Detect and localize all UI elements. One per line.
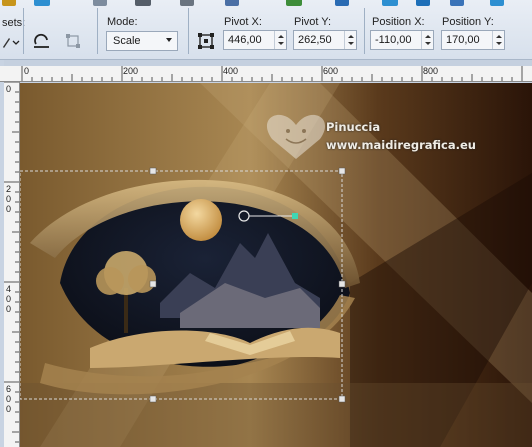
separator <box>23 8 24 54</box>
save-icon[interactable] <box>34 0 50 6</box>
vertical-ruler[interactable]: 0 2 0 0 4 0 0 6 0 0 <box>4 82 20 447</box>
ruler-h-label: 0 <box>24 66 30 76</box>
center-handle[interactable] <box>149 280 157 288</box>
cut-icon[interactable] <box>180 0 194 6</box>
print-icon[interactable] <box>135 0 151 6</box>
position-x-label: Position X: <box>372 16 425 28</box>
ruler-v-label: 0 <box>6 194 12 204</box>
redo-icon[interactable] <box>335 0 349 6</box>
help-icon[interactable] <box>490 0 504 6</box>
ruler-v-label: 0 <box>6 404 12 414</box>
rotation-handle[interactable] <box>292 213 298 219</box>
undo-icon[interactable] <box>286 0 302 6</box>
pivot-point-icon[interactable] <box>195 30 217 52</box>
arrow-up-icon[interactable] <box>347 35 354 38</box>
pivot-y-input[interactable]: 262,50 <box>293 30 357 50</box>
position-y-spinner[interactable] <box>492 31 504 49</box>
tag-icon[interactable] <box>416 0 430 6</box>
resize-handle[interactable] <box>149 167 157 175</box>
arrow-up-icon[interactable] <box>424 35 431 38</box>
pivot-y-spinner[interactable] <box>344 31 356 49</box>
position-y-value: 170,00 <box>446 34 480 46</box>
position-x-input[interactable]: -110,00 <box>370 30 434 50</box>
ruler-v-label: 4 <box>6 284 12 294</box>
separator <box>97 8 98 54</box>
position-x-value: -110,00 <box>375 34 412 46</box>
arrow-down-icon[interactable] <box>277 42 284 45</box>
ruler-v-label: 2 <box>6 184 12 194</box>
arrow-down-icon[interactable] <box>347 42 354 45</box>
ruler-v-label: 0 <box>6 84 12 94</box>
folder-icon[interactable] <box>2 0 16 6</box>
watermark-name: Pinuccia <box>326 120 381 134</box>
mode-select[interactable]: Scale <box>106 31 178 51</box>
arrow-down-icon[interactable] <box>495 42 502 45</box>
ruler-v-label: 0 <box>6 204 12 214</box>
pivot-x-spinner[interactable] <box>274 31 286 49</box>
pick-tool-icon[interactable] <box>62 30 84 52</box>
presets-label: sets: <box>2 17 26 29</box>
copy-icon[interactable] <box>225 0 239 6</box>
arrow-down-icon[interactable] <box>424 42 431 45</box>
ruler-h-label: 600 <box>323 66 339 76</box>
arrow-up-icon[interactable] <box>277 35 284 38</box>
separator <box>364 8 365 54</box>
position-y-label: Position Y: <box>442 16 494 28</box>
horizontal-ruler[interactable]: 0 200 400 600 800 <box>0 66 532 82</box>
ruler-v-label: 6 <box>6 384 12 394</box>
chevron-down-icon <box>166 38 172 42</box>
resize-handle[interactable] <box>338 395 346 403</box>
ruler-v-label: 0 <box>6 394 12 404</box>
arrow-up-icon[interactable] <box>495 35 502 38</box>
watermark-url: www.maidiregrafica.eu <box>326 138 476 152</box>
position-x-spinner[interactable] <box>421 31 433 49</box>
pivot-x-value: 446,00 <box>228 34 262 46</box>
ruler-v-label: 0 <box>6 294 12 304</box>
scan-icon[interactable] <box>93 0 107 6</box>
image-canvas[interactable]: Pinuccia www.maidiregrafica.eu <box>20 83 532 447</box>
ruler-v-label: 0 <box>6 304 12 314</box>
separator <box>188 8 189 54</box>
ruler-h-label: 400 <box>223 66 239 76</box>
mode-label: Mode: <box>107 16 138 28</box>
tool-options-toolbar: sets: Mode: Scale Pivot X: 446,00 Pivot … <box>0 0 532 60</box>
ruler-h-label: 200 <box>123 66 139 76</box>
mode-select-value: Scale <box>113 35 141 47</box>
reset-rectangle-icon[interactable] <box>31 30 53 52</box>
resize-handle[interactable] <box>338 167 346 175</box>
pivot-y-label: Pivot Y: <box>294 16 332 28</box>
layers-icon[interactable] <box>382 0 398 6</box>
pivot-x-input[interactable]: 446,00 <box>223 30 287 50</box>
pivot-y-value: 262,50 <box>298 34 332 46</box>
pivot-x-label: Pivot X: <box>224 16 262 28</box>
resize-handle[interactable] <box>338 280 346 288</box>
resize-handle[interactable] <box>149 395 157 403</box>
ruler-h-label: 800 <box>423 66 439 76</box>
presets-dropdown-icon[interactable] <box>0 31 22 53</box>
position-y-input[interactable]: 170,00 <box>441 30 505 50</box>
zoom-icon[interactable] <box>450 0 464 6</box>
